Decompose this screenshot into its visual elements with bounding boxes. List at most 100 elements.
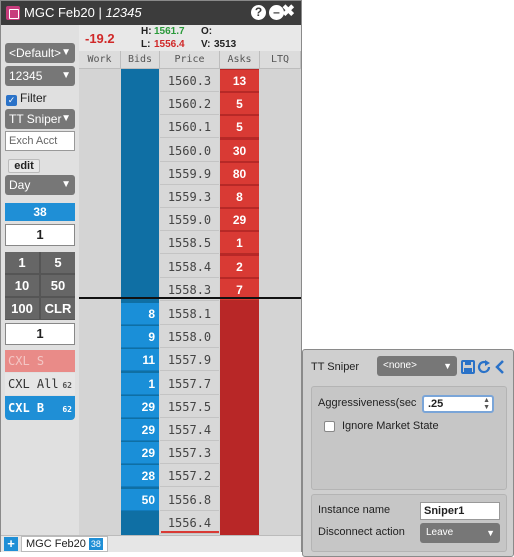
bid-qty-cell[interactable]: 8 bbox=[121, 303, 159, 325]
price-ladder: Work Bids Price Asks LTQ 1560.3 13 1560.2 5… bbox=[79, 51, 301, 535]
tab-bar: + MGC Feb20 38 bbox=[1, 535, 301, 552]
position-display: 38 bbox=[5, 203, 75, 221]
stepper-icon[interactable]: ▲ ▼ bbox=[483, 397, 490, 411]
price-cell[interactable]: 1560.2 bbox=[160, 93, 219, 116]
ask-qty-cell[interactable]: 29 bbox=[220, 209, 259, 232]
qty-button-5[interactable]: 5 bbox=[41, 252, 75, 273]
price-cell[interactable]: 1558.4 bbox=[160, 255, 219, 278]
cancel-all-button[interactable]: CXL All 62 bbox=[5, 373, 75, 395]
instance-name-input[interactable]: Sniper1 bbox=[420, 502, 500, 520]
bid-qty-cell[interactable]: 29 bbox=[121, 395, 159, 418]
price-cell[interactable]: 1557.9 bbox=[160, 349, 219, 372]
ignore-market-state-checkbox[interactable] bbox=[324, 421, 335, 432]
ask-qty-cell[interactable]: 1 bbox=[220, 232, 259, 255]
low-value: 1556.4 bbox=[154, 39, 185, 50]
price-cell[interactable]: 1556.8 bbox=[160, 488, 219, 511]
cancel-buys-button[interactable]: CXL B 62 bbox=[5, 396, 75, 420]
column-header-work[interactable]: Work bbox=[79, 51, 121, 69]
column-header-price[interactable]: Price bbox=[160, 51, 220, 69]
bid-qty-cell[interactable]: 11 bbox=[121, 349, 159, 372]
ask-qty-cell[interactable]: 13 bbox=[220, 70, 259, 92]
chevron-left-icon[interactable] bbox=[494, 360, 506, 374]
chevron-down-icon: ▼ bbox=[61, 70, 71, 81]
template-dropdown-value: <Default> bbox=[9, 46, 62, 60]
aggressiveness-value: .25 bbox=[428, 398, 444, 410]
filter-checkbox[interactable]: ✓ Filter bbox=[6, 91, 47, 106]
price-cell[interactable]: 1557.7 bbox=[160, 372, 219, 395]
instrument-name: MGC Feb20 bbox=[24, 5, 95, 20]
tif-dropdown[interactable]: Day ▼ bbox=[5, 175, 75, 195]
price-cell[interactable]: 1559.9 bbox=[160, 162, 219, 185]
last-price-marker bbox=[161, 531, 219, 533]
bid-qty-cell[interactable]: 50 bbox=[121, 488, 159, 511]
column-header-asks[interactable]: Asks bbox=[220, 51, 260, 69]
price-cell[interactable]: 1558.1 bbox=[160, 303, 219, 325]
clear-button[interactable]: CLR bbox=[41, 298, 75, 319]
disconnect-action-dropdown[interactable]: Leave ▼ bbox=[420, 523, 500, 543]
tif-dropdown-value: Day bbox=[9, 178, 31, 192]
volume-value: 3513 bbox=[214, 39, 237, 50]
price-cell[interactable]: 1559.0 bbox=[160, 209, 219, 232]
price-cell[interactable]: 1558.0 bbox=[160, 326, 219, 349]
high-label: H: bbox=[141, 26, 152, 37]
title-bar[interactable]: MGC Feb20 | 12345 ? – ✖ bbox=[1, 1, 301, 25]
bid-qty-cell[interactable]: 9 bbox=[121, 326, 159, 349]
ask-qty-cell[interactable]: 8 bbox=[220, 186, 259, 208]
qty-button-1[interactable]: 1 bbox=[5, 252, 39, 273]
save-icon[interactable] bbox=[461, 360, 475, 374]
tt-sniper-panel: TT Sniper <none> ▼ Aggressiveness(sec .2… bbox=[302, 349, 514, 557]
chevron-down-icon: ▼ bbox=[61, 113, 71, 124]
instance-name-label: Instance name bbox=[318, 504, 391, 516]
price-cell[interactable]: 1560.1 bbox=[160, 116, 219, 139]
ask-qty-cell[interactable]: 5 bbox=[220, 93, 259, 116]
price-cell[interactable]: 1557.4 bbox=[160, 419, 219, 441]
algo-dropdown[interactable]: TT Sniper ▼ bbox=[5, 109, 75, 129]
refresh-icon[interactable] bbox=[477, 360, 491, 374]
exch-acct-field[interactable]: Exch Acct bbox=[5, 131, 75, 151]
order-qty-field[interactable]: 1 bbox=[5, 224, 75, 246]
window-title: MGC Feb20 | 12345 bbox=[24, 6, 142, 20]
bid-qty-cell[interactable]: 1 bbox=[121, 372, 159, 395]
ask-qty-cell[interactable]: 80 bbox=[220, 162, 259, 185]
price-cell[interactable]: 1557.5 bbox=[160, 395, 219, 418]
price-cell[interactable]: 1560.0 bbox=[160, 139, 219, 162]
price-cell[interactable]: 1560.3 bbox=[160, 70, 219, 92]
chevron-down-icon: ▼ bbox=[61, 47, 71, 58]
price-cell[interactable]: 1559.3 bbox=[160, 186, 219, 208]
low-label: L: bbox=[141, 39, 151, 50]
ask-qty-cell[interactable]: 2 bbox=[220, 255, 259, 278]
cancel-sells-button[interactable]: CXL S bbox=[5, 350, 75, 372]
help-icon[interactable]: ? bbox=[251, 5, 266, 20]
check-icon: ✓ bbox=[6, 95, 17, 106]
ignore-market-state-label: Ignore Market State bbox=[342, 420, 439, 432]
aggressiveness-input[interactable]: .25 ▲ ▼ bbox=[422, 395, 494, 413]
column-header-ltq[interactable]: LTQ bbox=[260, 51, 301, 69]
chevron-down-icon: ▼ bbox=[61, 179, 71, 190]
algo-dropdown-value: TT Sniper bbox=[9, 112, 62, 126]
sniper-template-dropdown[interactable]: <none> ▼ bbox=[377, 356, 457, 376]
bid-qty-cell[interactable]: 29 bbox=[121, 442, 159, 465]
qty-button-50[interactable]: 50 bbox=[41, 275, 75, 296]
default-qty-field[interactable]: 1 bbox=[5, 323, 75, 345]
close-icon[interactable]: ✖ bbox=[282, 3, 295, 21]
template-dropdown[interactable]: <Default> ▼ bbox=[5, 43, 75, 63]
bid-qty-cell[interactable]: 28 bbox=[121, 465, 159, 488]
qty-button-100[interactable]: 100 bbox=[5, 298, 39, 319]
edit-button[interactable]: edit bbox=[8, 159, 40, 173]
add-tab-icon[interactable]: + bbox=[4, 537, 18, 551]
price-cell[interactable]: 1558.5 bbox=[160, 232, 219, 255]
disconnect-action-value: Leave bbox=[426, 527, 454, 538]
column-header-bids[interactable]: Bids bbox=[121, 51, 160, 69]
account-dropdown[interactable]: 12345 ▼ bbox=[5, 66, 75, 86]
disconnect-action-label: Disconnect action bbox=[318, 526, 405, 538]
tab-mgc-feb20[interactable]: MGC Feb20 38 bbox=[21, 536, 108, 552]
price-cell[interactable]: 1557.2 bbox=[160, 465, 219, 488]
ask-qty-cell[interactable]: 5 bbox=[220, 116, 259, 139]
price-ladder-window: MGC Feb20 | 12345 ? – ✖ <Default> ▼ 1234… bbox=[0, 0, 302, 552]
app-logo-icon bbox=[6, 6, 20, 20]
price-cell[interactable]: 1557.3 bbox=[160, 442, 219, 465]
qty-button-10[interactable]: 10 bbox=[5, 275, 39, 296]
ask-qty-cell[interactable]: 30 bbox=[220, 139, 259, 162]
bid-qty-cell[interactable]: 29 bbox=[121, 419, 159, 441]
chevron-down-icon: ▼ bbox=[486, 528, 495, 538]
